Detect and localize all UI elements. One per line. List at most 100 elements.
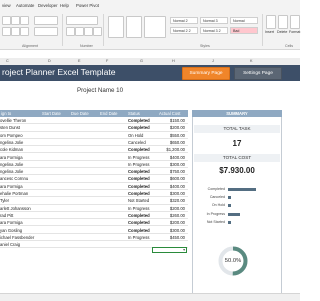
tab-power-pivot[interactable]: Power Pivot: [76, 3, 99, 8]
align-top-icon[interactable]: [2, 16, 11, 25]
percent-icon[interactable]: [75, 27, 84, 36]
summary-page-button[interactable]: Summary Page: [182, 67, 230, 80]
table-row[interactable]: sten Dunst Completed $200.00: [0, 124, 188, 132]
assignee-cell[interactable]: om Pompeo: [0, 132, 23, 139]
table-row[interactable]: ichael Fassbender In Progress $450.00: [0, 234, 188, 242]
decimal-icon[interactable]: [93, 27, 102, 36]
tab-automate[interactable]: Automate: [16, 3, 34, 8]
tab-developer[interactable]: Developer: [38, 3, 58, 8]
status-cell[interactable]: Completed: [128, 117, 150, 124]
number-format-select[interactable]: [66, 16, 98, 25]
column-header[interactable]: C: [6, 58, 9, 65]
cost-cell[interactable]: $200.00: [158, 124, 185, 131]
cost-cell[interactable]: $400.00: [158, 154, 185, 161]
assignee-cell[interactable]: Tyler: [0, 197, 9, 204]
format-as-table-button[interactable]: [126, 16, 142, 38]
cost-cell[interactable]: $750.00: [158, 168, 185, 175]
table-row[interactable]: Tyler Not Started $320.00: [0, 197, 188, 205]
format-cells-icon[interactable]: [290, 15, 300, 29]
assignee-cell[interactable]: ngelina Jolie: [0, 161, 23, 168]
assignee-cell[interactable]: rad Pitt: [0, 212, 13, 219]
align-bottom-icon[interactable]: [20, 16, 29, 25]
assignee-cell[interactable]: ngelina Jolie: [0, 139, 23, 146]
status-cell[interactable]: On Hold: [128, 132, 143, 139]
column-header[interactable]: D: [48, 58, 51, 65]
table-row[interactable]: ara Formiga Completed $400.00: [0, 183, 188, 190]
chevron-down-icon[interactable]: ▾: [183, 247, 185, 252]
status-cell[interactable]: Completed: [128, 212, 150, 219]
status-cell[interactable]: Completed: [128, 175, 150, 182]
style-bad[interactable]: Bad: [230, 27, 258, 34]
table-row[interactable]: ovellie Theron Completed $150.00: [0, 117, 188, 125]
table-row[interactable]: ehalie Portman Completed $300.00: [0, 190, 188, 198]
table-row[interactable]: ara Formiga In Progress $400.00: [0, 154, 188, 161]
status-cell[interactable]: Completed: [128, 124, 150, 131]
status-cell[interactable]: Completed: [128, 168, 150, 175]
status-cell[interactable]: In Progress: [128, 154, 149, 161]
status-cell[interactable]: Completed: [128, 219, 150, 226]
cost-cell[interactable]: $200.00: [158, 219, 185, 226]
cost-cell[interactable]: $300.00: [158, 190, 185, 197]
assignee-cell[interactable]: ara Formiga: [0, 183, 23, 190]
table-row[interactable]: cole Kidman Completed $1,200.00: [0, 146, 188, 154]
cost-cell[interactable]: $200.00: [158, 205, 185, 212]
status-cell[interactable]: Completed: [128, 146, 150, 153]
cost-cell[interactable]: $260.00: [158, 212, 185, 219]
assignee-cell[interactable]: ovellie Theron: [0, 117, 26, 124]
status-cell[interactable]: Completed: [128, 183, 150, 190]
assignee-cell[interactable]: ara Formiga: [0, 219, 23, 226]
cost-cell[interactable]: $300.00: [158, 161, 185, 168]
cost-cell[interactable]: $320.00: [158, 197, 185, 204]
table-row[interactable]: ara Formiga Completed $200.00: [0, 219, 188, 227]
cell-styles-gallery-icon[interactable]: [144, 16, 166, 38]
assignee-cell[interactable]: ara Formiga: [0, 154, 23, 161]
style-normal-2-2[interactable]: Normal 2 2: [170, 27, 198, 34]
style-normal[interactable]: Normal: [230, 17, 258, 24]
status-dropdown-cell[interactable]: ▾: [152, 247, 187, 253]
tab-view[interactable]: view: [2, 3, 11, 8]
cost-cell[interactable]: $300.00: [158, 227, 185, 234]
column-header[interactable]: G: [140, 58, 143, 65]
tab-help[interactable]: Help: [60, 3, 69, 8]
table-row[interactable]: ngelina Jolie Canceled $650.00: [0, 139, 188, 147]
table-row[interactable]: om Pompeo On Hold $550.00: [0, 132, 188, 139]
table-row[interactable]: arlett Johansson In Progress $200.00: [0, 205, 188, 212]
column-header[interactable]: E: [78, 58, 81, 65]
conditional-formatting-button[interactable]: [108, 16, 124, 38]
comma-icon[interactable]: [84, 27, 93, 36]
table-row[interactable]: ngelina Jolie In Progress $300.00: [0, 161, 188, 169]
table-row[interactable]: rad Pitt Completed $260.00: [0, 212, 188, 220]
align-left-icon[interactable]: [2, 27, 11, 36]
assignee-cell[interactable]: yan Gosling: [0, 227, 22, 234]
currency-icon[interactable]: [66, 27, 75, 36]
status-cell[interactable]: Completed: [128, 190, 150, 197]
status-cell[interactable]: Not Started: [128, 197, 149, 204]
cost-cell[interactable]: $400.00: [158, 183, 185, 190]
column-header[interactable]: F: [106, 58, 108, 65]
status-cell[interactable]: Canceled: [128, 139, 146, 146]
merge-center-button[interactable]: [34, 27, 58, 36]
align-right-icon[interactable]: [20, 27, 29, 36]
table-row[interactable]: yan Gosling Completed $300.00: [0, 227, 188, 234]
status-cell[interactable]: In Progress: [128, 161, 149, 168]
column-header[interactable]: H: [172, 58, 175, 65]
assignee-cell[interactable]: arlett Johansson: [0, 205, 31, 212]
cost-cell[interactable]: $550.00: [158, 132, 185, 139]
table-row[interactable]: ancesc Cornnu Completed $600.00: [0, 175, 188, 183]
style-normal-3[interactable]: Normal 3: [200, 17, 228, 24]
delete-cells-icon[interactable]: [278, 15, 288, 29]
assignee-cell[interactable]: sten Dunst: [0, 124, 20, 131]
assignee-cell[interactable]: ngelina Jolie: [0, 168, 23, 175]
status-cell[interactable]: In Progress: [128, 234, 149, 241]
assignee-cell[interactable]: ichael Fassbender: [0, 234, 34, 241]
settings-page-button[interactable]: Settings Page: [234, 67, 282, 80]
align-center-icon[interactable]: [11, 27, 20, 36]
style-normal-2[interactable]: Normal 2: [170, 17, 198, 24]
assignee-cell[interactable]: cole Kidman: [0, 146, 23, 153]
assignee-cell[interactable]: aniel Craig: [0, 241, 20, 248]
cost-cell[interactable]: $600.00: [158, 175, 185, 182]
cost-cell[interactable]: $450.00: [158, 234, 185, 241]
assignee-cell[interactable]: ehalie Portman: [0, 190, 28, 197]
align-middle-icon[interactable]: [11, 16, 20, 25]
assignee-cell[interactable]: ancesc Cornnu: [0, 175, 28, 182]
